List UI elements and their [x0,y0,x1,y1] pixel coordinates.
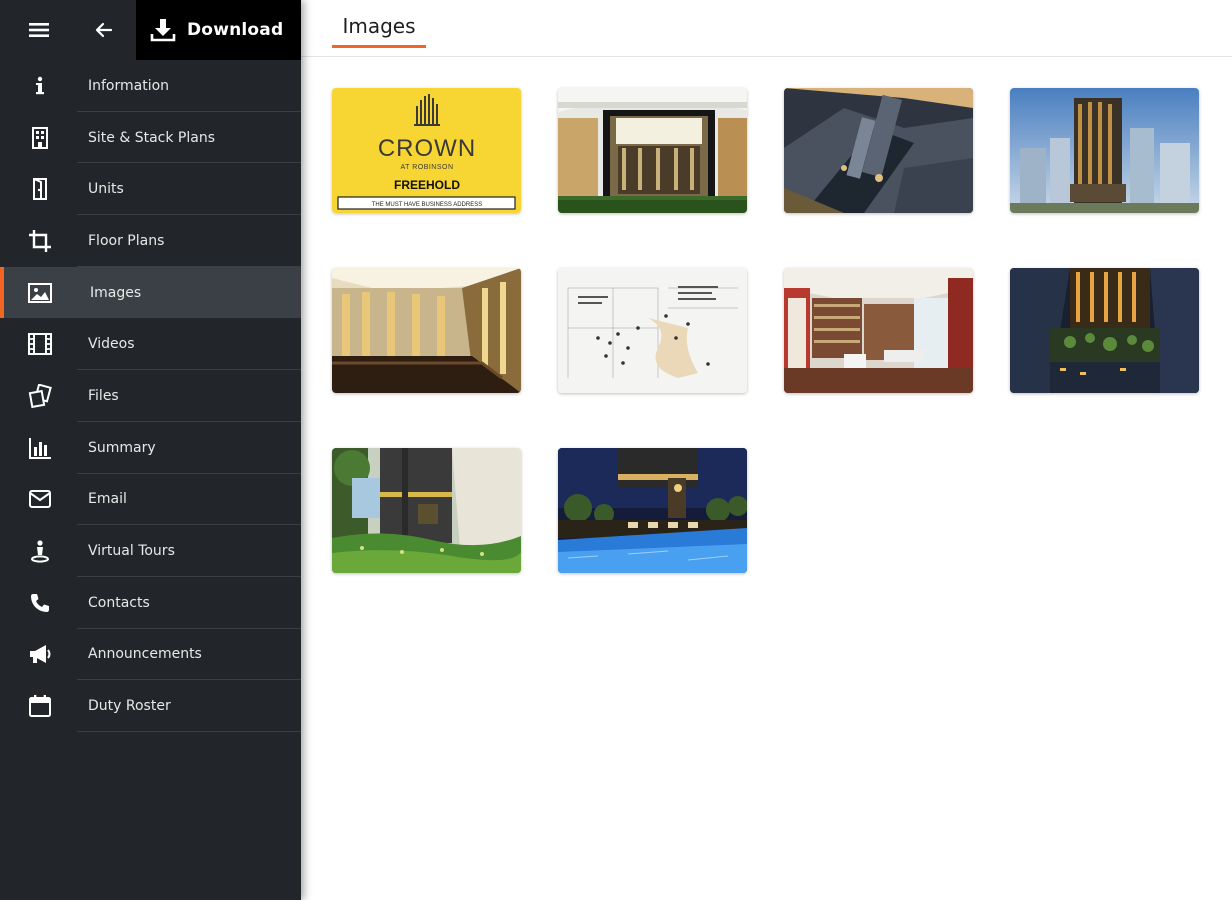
phone-icon [28,591,52,615]
download-label: Download [187,20,284,40]
pool-night-image[interactable] [558,448,747,573]
bar-chart-icon [28,436,52,460]
sidebar-item-label: Floor Plans [88,232,165,249]
sidebar-item-summary[interactable]: Summary [0,422,301,474]
night-aerial-image[interactable] [1010,268,1199,393]
logo-tag: FREEHOLD [394,178,460,192]
sidebar-item-announcements[interactable]: Announcements [0,629,301,681]
sidebar-item-label: Summary [88,439,156,456]
aerial-view-image[interactable] [784,88,973,213]
interior-lobby-image[interactable] [332,268,521,393]
door-icon [28,177,52,201]
sidebar-nav: Information Site & Stack Plans Units Flo… [0,60,301,732]
tab-label: Images [342,14,416,38]
sidebar-item-email[interactable]: Email [0,474,301,526]
tab-active-indicator [332,45,426,48]
download-icon [150,17,176,43]
back-button[interactable] [78,0,130,60]
sidebar-item-label: Files [88,387,119,404]
main-content: Images CROWN AT ROBINSON FREEHOLD THE MU… [301,0,1232,900]
logo-tagline: THE MUST HAVE BUSINESS ADDRESS [372,202,482,208]
sidebar: Download Information Site & Stack Plans … [0,0,301,900]
logo-subtitle: AT ROBINSON [400,164,453,171]
sidebar-item-information[interactable]: Information [0,60,301,112]
building-icon [28,126,52,150]
location-map-image[interactable] [558,268,747,393]
sidebar-item-label: Announcements [88,646,202,663]
sidebar-item-label: Email [88,491,127,508]
envelope-icon [28,487,52,511]
menu-button[interactable] [14,0,64,60]
person-pin-icon [28,539,52,563]
calendar-icon [28,694,52,718]
sidebar-item-label: Videos [88,336,135,353]
info-icon [28,74,52,98]
sidebar-item-contacts[interactable]: Contacts [0,577,301,629]
image-icon [28,281,52,305]
film-icon [28,332,52,356]
tab-images[interactable]: Images [332,0,426,50]
sidebar-item-site-stack-plans[interactable]: Site & Stack Plans [0,112,301,164]
sidebar-item-label: Virtual Tours [88,543,175,560]
entrance-lobby-image[interactable] [558,88,747,213]
sidebar-item-label: Units [88,181,124,198]
divider [77,730,301,732]
crop-icon [28,229,52,253]
sidebar-item-images[interactable]: Images [0,266,301,319]
sidebar-item-files[interactable]: Files [0,370,301,422]
tab-bar: Images [301,0,1232,57]
sidebar-item-duty-roster[interactable]: Duty Roster [0,680,301,732]
tower-exterior-image[interactable] [1010,88,1199,213]
hamburger-menu-icon [29,23,49,37]
sidebar-item-label: Contacts [88,594,150,611]
sidebar-item-label: Duty Roster [88,698,171,715]
office-interior-image[interactable] [784,268,973,393]
sidebar-topbar: Download [0,0,301,60]
sidebar-item-videos[interactable]: Videos [0,318,301,371]
sidebar-item-label: Images [90,284,142,301]
logo-title: CROWN [378,135,476,162]
sidebar-item-label: Site & Stack Plans [88,129,215,146]
files-icon [28,383,52,408]
download-button[interactable]: Download [136,0,301,60]
arrow-left-icon [95,22,113,38]
sidebar-item-units[interactable]: Units [0,163,301,216]
sidebar-item-label: Information [88,77,170,94]
sidebar-item-floor-plans[interactable]: Floor Plans [0,215,301,267]
crown-logo-image[interactable]: CROWN AT ROBINSON FREEHOLD THE MUST HAVE… [332,88,521,213]
megaphone-icon [28,642,52,666]
garden-entrance-image[interactable] [332,448,521,573]
sidebar-item-virtual-tours[interactable]: Virtual Tours [0,525,301,577]
